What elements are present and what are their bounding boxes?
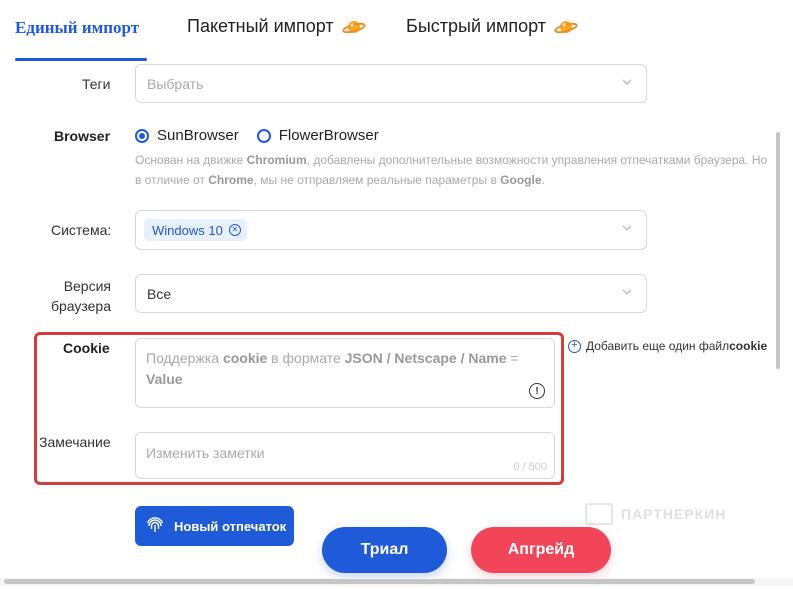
watermark-logo-icon xyxy=(585,503,613,525)
cookie-ph-text: в формате xyxy=(267,350,345,366)
tags-select[interactable]: Выбрать xyxy=(135,64,647,103)
system-label: Система: xyxy=(51,222,112,238)
tab-quick-import[interactable]: Быстрый импорт xyxy=(406,16,578,37)
add-cookie-text: Добавить еще один файл xyxy=(586,339,730,353)
cookie-ph-bold: JSON / Netscape / Name xyxy=(344,350,507,366)
browser-description: Основан на движке Chromium, добавлены до… xyxy=(135,150,780,190)
browser-radio-group: SunBrowser FlowerBrowser xyxy=(135,127,397,144)
trial-button[interactable]: Триал xyxy=(322,527,447,573)
desc-text: Основан на движке xyxy=(135,153,247,167)
browser-version-label-line: браузера xyxy=(50,298,111,314)
system-select[interactable]: Windows 10 ✕ xyxy=(135,210,647,250)
planet-icon xyxy=(554,20,578,33)
note-placeholder: Изменить заметки xyxy=(146,445,265,461)
cookie-ph-text: = xyxy=(506,350,519,366)
tags-placeholder: Выбрать xyxy=(147,75,204,92)
cookie-placeholder: Поддержка cookie в формате JSON / Netsca… xyxy=(146,348,546,390)
system-chip-label: Windows 10 xyxy=(152,222,223,238)
chevron-down-icon xyxy=(622,79,632,85)
desc-text: . xyxy=(541,173,545,187)
browser-label: Browser xyxy=(54,128,111,144)
radio-unselected-icon xyxy=(256,128,271,143)
cookie-ph-text: Поддержка xyxy=(146,350,223,366)
browser-version-select[interactable]: Все xyxy=(135,274,647,313)
upgrade-label: Апгрейд xyxy=(507,541,575,558)
new-fingerprint-button[interactable]: Новый отпечаток xyxy=(135,506,294,546)
browser-version-label: Версия браузера xyxy=(50,276,111,316)
radio-selected-icon xyxy=(135,128,149,143)
cookie-ph-bold: Value xyxy=(146,371,183,387)
cookie-ph-bold: cookie xyxy=(222,350,268,366)
new-fingerprint-label: Новый отпечаток xyxy=(174,518,287,534)
cookie-input[interactable]: Поддержка cookie в формате JSON / Netsca… xyxy=(135,338,555,408)
chevron-down-icon xyxy=(622,289,632,295)
tags-label: Теги xyxy=(82,76,111,92)
tab-single-import[interactable]: Единый импорт xyxy=(15,18,139,38)
upgrade-button[interactable]: Апгрейд xyxy=(471,527,611,573)
watermark-text: ПАРТНЕРКИН xyxy=(621,506,727,522)
radio-flowerbrowser[interactable]: FlowerBrowser xyxy=(256,127,379,144)
info-icon[interactable]: ! xyxy=(529,383,545,399)
desc-text: в отличие от xyxy=(135,173,209,187)
tab-quick-import-label: Быстрый импорт xyxy=(406,16,547,36)
system-chip: Windows 10 ✕ xyxy=(144,219,247,241)
tab-batch-import[interactable]: Пакетный импорт xyxy=(187,16,366,37)
vertical-scrollbar[interactable] xyxy=(776,132,780,369)
radio-flowerbrowser-label: FlowerBrowser xyxy=(278,127,379,144)
note-label: Замечание xyxy=(39,434,111,450)
fingerprint-icon xyxy=(146,517,164,532)
desc-bold: Google xyxy=(500,173,542,187)
add-cookie-file-link[interactable]: + Добавить еще один файл cookie xyxy=(568,339,767,353)
cookie-label: Cookie xyxy=(63,340,110,356)
radio-sunbrowser-label: SunBrowser xyxy=(157,127,239,144)
trial-label: Триал xyxy=(360,541,409,558)
import-tabs: Единый импорт Пакетный импорт Быстрый им… xyxy=(0,0,793,62)
desc-text: , добавлены дополнительные возможности у… xyxy=(306,153,768,167)
active-tab-underline xyxy=(15,58,147,61)
close-icon[interactable]: ✕ xyxy=(228,224,241,236)
plus-circle-icon: + xyxy=(568,339,581,353)
watermark: ПАРТНЕРКИН xyxy=(585,503,726,525)
add-cookie-bold: cookie xyxy=(729,339,768,353)
chevron-down-icon xyxy=(622,225,632,231)
note-input[interactable]: Изменить заметки 0 / 500 xyxy=(135,432,555,479)
radio-sunbrowser[interactable]: SunBrowser xyxy=(135,127,239,144)
planet-icon xyxy=(342,20,366,33)
browser-version-value: Все xyxy=(147,285,172,302)
desc-text: , мы не отправляем реальные параметры в xyxy=(253,173,501,187)
browser-version-label-line: Версия xyxy=(63,278,111,294)
horizontal-scrollbar[interactable] xyxy=(4,579,755,584)
note-char-counter: 0 / 500 xyxy=(513,461,547,473)
tab-batch-import-label: Пакетный импорт xyxy=(187,16,334,36)
desc-bold: Chromium xyxy=(246,153,307,167)
desc-bold: Chrome xyxy=(208,173,254,187)
